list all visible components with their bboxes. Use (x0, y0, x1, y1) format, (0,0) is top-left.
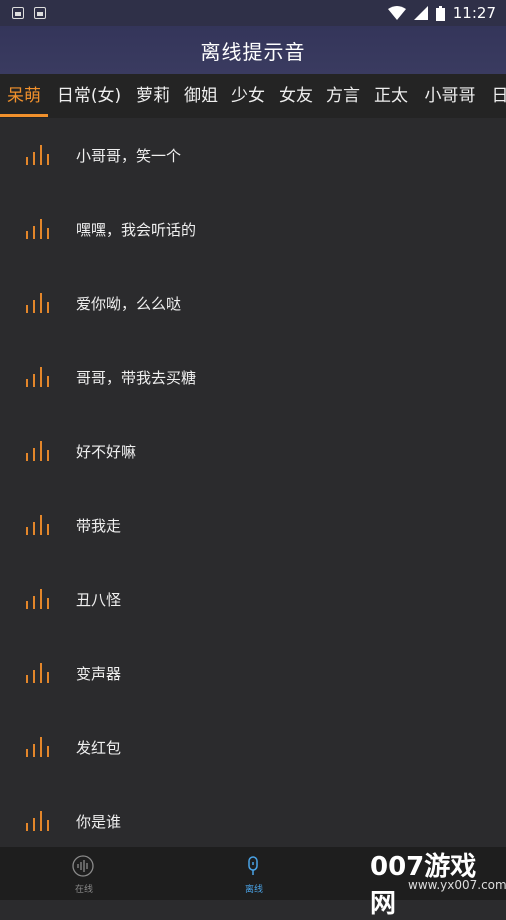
tab-5[interactable]: 女友 (275, 74, 317, 118)
list-item-label: 你是谁 (76, 812, 122, 831)
list-item-label: 哥哥，带我去买糖 (76, 368, 197, 387)
status-right-icons: 11:27 (387, 0, 496, 26)
list-item-label: 发红包 (76, 738, 122, 757)
battery-icon (435, 5, 445, 21)
wifi-icon (387, 6, 406, 20)
list-item-label: 带我走 (76, 516, 122, 535)
status-left-icons (12, 7, 46, 19)
watermark-url: www.yx007.com (408, 878, 506, 892)
audio-wave-icon (26, 589, 50, 609)
audio-wave-icon (26, 293, 50, 313)
tab-3[interactable]: 御姐 (180, 74, 222, 118)
page-title: 离线提示音 (200, 39, 306, 64)
category-tab-strip[interactable]: 呆萌 日常(女) 萝莉 御姐 少女 女友 方言 正太 小哥哥 日 (0, 74, 506, 118)
active-tab-indicator (0, 114, 48, 117)
nav-online[interactable]: 在线 (44, 847, 124, 900)
tab-2[interactable]: 萝莉 (132, 74, 174, 118)
sound-list: 小哥哥，笑一个 嘿嘿，我会听话的 爱你呦，么么哒 哥哥，带我去买糖 好不好嘛 带… (0, 118, 506, 847)
list-item-label: 变声器 (76, 664, 122, 683)
list-item[interactable]: 嘿嘿，我会听话的 (0, 192, 506, 266)
tab-1[interactable]: 日常(女) (54, 74, 124, 118)
list-item[interactable]: 发红包 (0, 710, 506, 784)
audio-wave-icon (26, 811, 50, 831)
signal-icon (413, 6, 428, 20)
list-item[interactable]: 小哥哥，笑一个 (0, 118, 506, 192)
audio-wave-icon (26, 441, 50, 461)
title-bar: 离线提示音 (0, 26, 506, 74)
list-item[interactable]: 带我走 (0, 488, 506, 562)
status-time: 11:27 (452, 4, 496, 22)
list-item[interactable]: 你是谁 (0, 784, 506, 847)
nav-offline-label: 离线 (244, 885, 263, 895)
sound-wave-circle-icon (72, 855, 94, 877)
tab-4[interactable]: 少女 (227, 74, 269, 118)
list-item[interactable]: 爱你呦，么么哒 (0, 266, 506, 340)
nav-online-label: 在线 (74, 885, 93, 895)
audio-wave-icon (26, 145, 50, 165)
tab-6[interactable]: 方言 (322, 74, 364, 118)
list-item-label: 好不好嘛 (76, 442, 137, 461)
list-item[interactable]: 丑八怪 (0, 562, 506, 636)
list-item[interactable]: 哥哥，带我去买糖 (0, 340, 506, 414)
list-item[interactable]: 好不好嘛 (0, 414, 506, 488)
list-item[interactable]: 变声器 (0, 636, 506, 710)
audio-wave-icon (26, 219, 50, 239)
gallery-icon (12, 7, 24, 19)
audio-wave-icon (26, 367, 50, 387)
tab-7[interactable]: 正太 (370, 74, 412, 118)
tab-8[interactable]: 小哥哥 (420, 74, 480, 118)
photo-icon (34, 7, 46, 19)
list-item-label: 丑八怪 (76, 590, 122, 609)
audio-wave-icon (26, 663, 50, 683)
audio-wave-icon (26, 515, 50, 535)
watermark: 007游戏网 www.yx007.com (350, 846, 506, 919)
status-bar: 11:27 (0, 0, 506, 26)
audio-wave-icon (26, 737, 50, 757)
microphone-icon (248, 856, 258, 875)
tab-9[interactable]: 日 (488, 74, 506, 118)
list-item-label: 嘿嘿，我会听话的 (76, 220, 197, 239)
list-item-label: 小哥哥，笑一个 (76, 146, 182, 165)
nav-offline[interactable]: 离线 (214, 847, 294, 900)
tab-0[interactable]: 呆萌 (0, 74, 48, 118)
list-item-label: 爱你呦，么么哒 (76, 294, 182, 313)
